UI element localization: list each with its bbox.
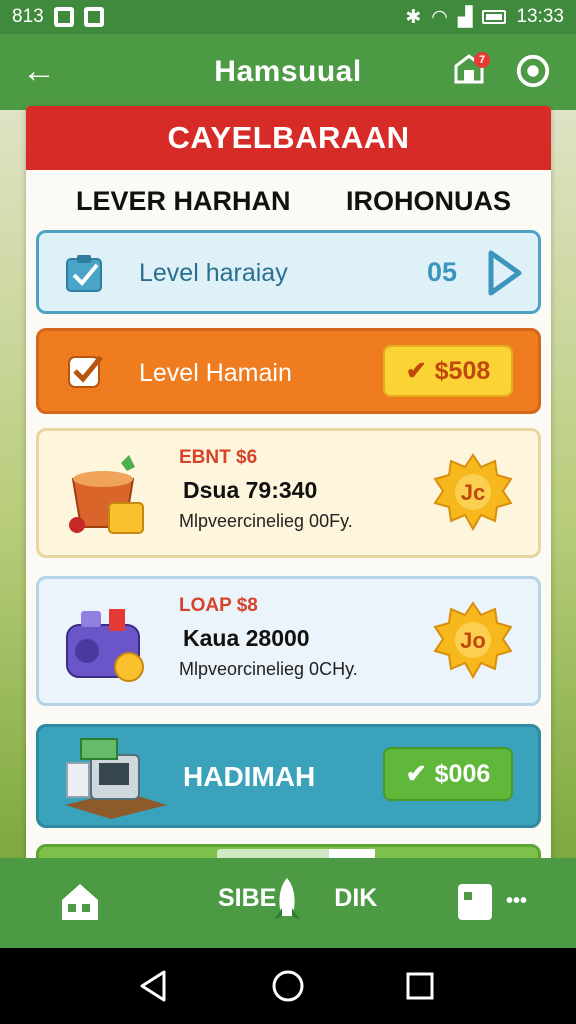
- rocket-icon: [274, 878, 300, 920]
- hadiah-label: HADIMAH: [183, 761, 316, 792]
- level-card-blue-count: 05: [427, 257, 458, 287]
- gear-badge-1-text: Jc: [461, 480, 485, 505]
- battery-icon: [482, 10, 507, 24]
- signal-icon: ▟: [457, 6, 473, 28]
- sun-badge-icon: Jc: [433, 453, 513, 532]
- home-icon[interactable]: [58, 880, 102, 924]
- checkbox-icon: [68, 355, 103, 388]
- bottom-nav: SIBE DIK •••: [0, 858, 576, 948]
- more-dots-icon[interactable]: •••: [506, 890, 527, 913]
- cash-machine-icon: [65, 738, 167, 819]
- column-headers: LEVER HARHAN IROHONUAS: [26, 186, 551, 217]
- gear-icon: [516, 54, 550, 88]
- home-circle-icon[interactable]: [270, 968, 306, 1004]
- status-text: 813: [12, 6, 44, 27]
- wifi-icon: ◠: [431, 6, 448, 28]
- price-label: $508: [434, 356, 491, 385]
- status-time: 13:33: [516, 6, 564, 27]
- cash-register-icon: [66, 609, 144, 682]
- offer-1-description: Mlpveercinelieg 00Fy.: [179, 511, 353, 531]
- sun-badge-icon: Jo: [433, 601, 513, 680]
- level-card-orange[interactable]: Level Hamain ✔ $508: [36, 328, 541, 414]
- offer-card-2[interactable]: LOAP $8 Kaua 28000 Mlpveorcinelieg 0CHy.…: [36, 576, 541, 706]
- price-label: $006: [434, 759, 491, 788]
- document-icon[interactable]: [456, 882, 494, 922]
- level-card-orange-label: Level Hamain: [139, 359, 292, 387]
- panel-header: CAYELBARAAN: [26, 106, 551, 170]
- nav-center-label-right: DIK: [334, 884, 378, 912]
- play-arrow-icon[interactable]: [485, 249, 525, 297]
- clipboard-check-icon: [66, 255, 102, 292]
- status-bar: 813 ✱ ◠ ▟ 13:33: [0, 0, 576, 34]
- gear-badge-2[interactable]: Jo: [433, 601, 513, 681]
- check-icon: ✔: [405, 760, 427, 788]
- settings-button[interactable]: [514, 52, 554, 92]
- pot-icon: [69, 455, 144, 534]
- notification-badge: 7: [474, 52, 490, 68]
- gallery-icon: [83, 7, 104, 27]
- store-button[interactable]: 7: [452, 52, 492, 92]
- nav-center-label-left: SIBE: [218, 884, 277, 912]
- column-left-heading: LEVER HARHAN: [76, 186, 291, 216]
- level-card-blue-label: Level haraiay: [139, 259, 288, 287]
- offer-card-1[interactable]: EBNT $6 Dsua 79:340 Mlpveercinelieg 00Fy…: [36, 428, 541, 558]
- notification-icon: [53, 7, 74, 27]
- column-right-heading: IROHONUAS: [345, 186, 511, 216]
- offer-2-name: Kaua 28000: [183, 625, 310, 651]
- recents-square-icon[interactable]: [402, 968, 438, 1004]
- offer-1-tag: EBNT $6: [179, 447, 258, 468]
- offer-2-tag: LOAP $8: [179, 595, 258, 616]
- gear-badge-2-text: Jo: [460, 628, 486, 653]
- app-bar: ← Hamsuual 7: [0, 34, 576, 110]
- hadiah-card[interactable]: HADIMAH ✔ $006: [36, 724, 541, 828]
- back-arrow-icon[interactable]: ←: [22, 54, 62, 90]
- level-card-blue[interactable]: Level haraiay 05: [36, 230, 541, 314]
- price-button-orange[interactable]: ✔ $508: [383, 345, 513, 397]
- system-nav-bar: [0, 948, 576, 1024]
- main-panel: CAYELBARAAN LEVER HARHAN IROHONUAS Level…: [26, 106, 551, 866]
- bluetooth-icon: ✱: [405, 6, 422, 28]
- price-button-green[interactable]: ✔ $006: [383, 747, 513, 801]
- gear-badge-1[interactable]: Jc: [433, 453, 513, 533]
- offer-2-description: Mlpveorcinelieg 0CHy.: [179, 659, 358, 679]
- offer-1-name: Dsua 79:340: [183, 477, 318, 503]
- app-title: Hamsuual: [214, 55, 362, 88]
- back-triangle-icon[interactable]: [136, 968, 172, 1004]
- check-icon: ✔: [405, 357, 427, 385]
